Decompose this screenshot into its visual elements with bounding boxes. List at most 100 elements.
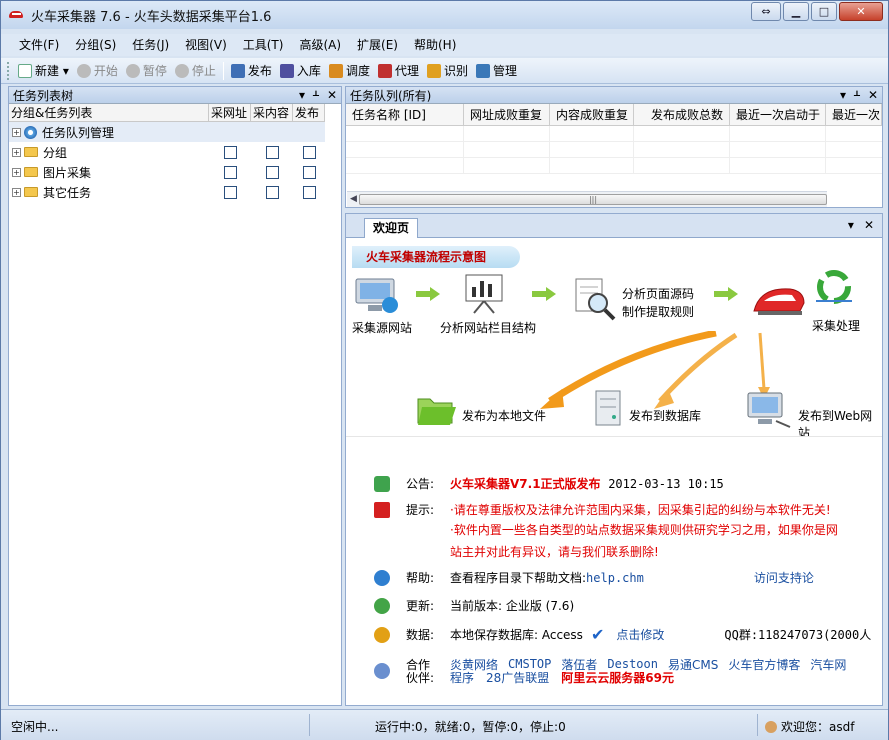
step-analyze: 分析网站栏目结构 — [440, 321, 537, 335]
checkbox-publish[interactable] — [302, 165, 316, 179]
tree-row-queue[interactable]: + 任务队列管理 — [9, 122, 325, 142]
col-last-start[interactable]: 最近一次启动于 — [730, 104, 826, 125]
tip-label: 提示: — [406, 503, 435, 517]
update-label: 更新: — [406, 599, 435, 613]
tree-row-other[interactable]: + 其它任务 — [9, 182, 325, 202]
schedule-icon — [328, 63, 343, 78]
menu-tools[interactable]: 工具(T) — [235, 35, 292, 55]
horizontal-scrollbar[interactable]: ◀ ||| — [347, 191, 827, 207]
pause-icon — [125, 63, 140, 78]
recognize-button[interactable]: 识别 — [423, 60, 472, 82]
checkbox-url[interactable] — [223, 165, 237, 179]
checkbox-publish[interactable] — [302, 145, 316, 159]
tip-line1: ·请在尊重版权及法律允许范围内采集，因采集引起的纠纷与本软件无关! — [450, 503, 831, 517]
step-source: 采集源网站 — [352, 321, 413, 335]
support-forum-link[interactable]: 访问支持论 — [754, 569, 814, 586]
checkbox-content[interactable] — [265, 185, 279, 199]
col-publish-stats[interactable]: 发布成败总数 — [634, 104, 730, 125]
scroll-left-icon[interactable]: ◀ — [350, 194, 357, 204]
dropdown-icon[interactable]: ▾ — [848, 218, 854, 232]
col-content-stats[interactable]: 内容成败重复 — [550, 104, 634, 125]
step-rule-line2: 制作提取规则 — [622, 305, 695, 319]
aliyun-link[interactable]: 阿里云云服务器69元 — [561, 669, 674, 686]
checkbox-url[interactable] — [223, 185, 237, 199]
partner-link[interactable]: 程序 — [450, 669, 474, 686]
help-file-link[interactable]: help.chm — [586, 571, 644, 585]
toolbar: 新建 ▾ 开始 暂停 停止 发布 入库 调度 代理 识别 管理 — [1, 58, 888, 84]
expand-icon[interactable]: + — [12, 127, 21, 137]
col-collect-content[interactable]: 采内容 — [251, 104, 293, 121]
col-publish[interactable]: 发布 — [293, 104, 325, 121]
publish-button[interactable]: 发布 — [227, 60, 276, 82]
tip-row: 提示: ·请在尊重版权及法律允许范围内采集，因采集引起的纠纷与本软件无关! — [346, 501, 831, 518]
menu-task[interactable]: 任务(J) — [124, 35, 177, 55]
dropdown-icon[interactable]: ▾ — [299, 87, 305, 104]
minimize-button[interactable]: ▁ — [783, 2, 809, 21]
close-icon[interactable]: ✕ — [864, 218, 874, 232]
menu-advanced[interactable]: 高级(A) — [291, 35, 349, 55]
pin-icon[interactable]: ᚆ — [854, 87, 860, 104]
folder-icon — [24, 167, 38, 177]
dropdown-icon[interactable]: ▾ — [840, 87, 846, 104]
menu-group[interactable]: 分组(S) — [67, 35, 124, 55]
task-tree-header: 任务列表树 ▾ ᚆ ✕ — [9, 87, 341, 104]
col-task-name[interactable]: 任务名称 [ID] — [346, 104, 464, 125]
col-task-list[interactable]: 分组&任务列表 — [9, 104, 209, 121]
scroll-thumb[interactable]: ||| — [359, 194, 827, 205]
schedule-button[interactable]: 调度 — [325, 60, 374, 82]
notice-label: 公告: — [406, 477, 435, 491]
expand-icon[interactable]: + — [12, 147, 21, 157]
partner-link[interactable]: 28广告联盟 — [486, 669, 549, 686]
tree-row-image[interactable]: + 图片采集 — [9, 162, 325, 182]
title-bar[interactable]: 火车采集器 7.6 - 火车头数据采集平台1.6 ⇔ ▁ □ ✕ — [1, 1, 888, 29]
manage-button[interactable]: 管理 — [472, 60, 521, 82]
tab-welcome[interactable]: 欢迎页 — [364, 218, 419, 238]
recognize-icon — [426, 63, 441, 78]
pin-icon[interactable]: ᚆ — [313, 87, 319, 104]
expand-icon[interactable]: + — [12, 187, 21, 197]
menu-bar: 文件(F) 分组(S) 任务(J) 视图(V) 工具(T) 高级(A) 扩展(E… — [1, 34, 888, 56]
window-title: 火车采集器 7.6 - 火车头数据采集平台1.6 — [31, 9, 272, 25]
pause-button[interactable]: 暂停 — [122, 60, 171, 82]
checkbox-content[interactable] — [265, 145, 279, 159]
new-button[interactable]: 新建 ▾ — [14, 60, 73, 82]
partner-link[interactable]: 汽车网 — [810, 656, 846, 673]
close-icon[interactable]: ✕ — [868, 87, 878, 104]
checkbox-publish[interactable] — [302, 185, 316, 199]
computer-icon — [355, 278, 398, 313]
update-row: 更新: 当前版本: 企业版 (7.6) — [346, 597, 574, 614]
partner-link[interactable]: 火车官方博客 — [728, 656, 800, 673]
partner-link[interactable]: 易通CMS — [668, 656, 718, 673]
edit-database-link[interactable]: 点击修改 — [616, 626, 664, 643]
schedule-label: 调度 — [345, 64, 370, 78]
restore-button[interactable]: ⇔ — [751, 2, 781, 21]
minimize-icon: ▁ — [791, 5, 801, 18]
col-last[interactable]: 最近一次 — [826, 104, 882, 125]
import-button[interactable]: 入库 — [276, 60, 325, 82]
maximize-button[interactable]: □ — [811, 2, 837, 21]
menu-help[interactable]: 帮助(H) — [406, 35, 464, 55]
col-collect-url[interactable]: 采网址 — [209, 104, 251, 121]
checkbox-content[interactable] — [265, 165, 279, 179]
folder-icon — [417, 398, 456, 425]
publish-icon — [230, 63, 245, 78]
close-icon[interactable]: ✕ — [327, 87, 337, 104]
status-bar: 空闲中... 运行中:0，就绪:0，暂停:0，停止:0 欢迎您：asdf — [1, 709, 888, 740]
checkbox-url[interactable] — [223, 145, 237, 159]
col-url-stats[interactable]: 网址成败重复 — [464, 104, 550, 125]
notice-link[interactable]: 火车采集器V7.1正式版发布 — [450, 475, 601, 492]
start-button[interactable]: 开始 — [73, 60, 122, 82]
close-button[interactable]: ✕ — [839, 2, 883, 21]
status-idle: 空闲中... — [11, 720, 59, 734]
tree-row-group[interactable]: + 分组 — [9, 142, 325, 162]
import-label: 入库 — [296, 64, 321, 78]
checkmark-icon: ✔ — [590, 625, 605, 644]
menu-view[interactable]: 视图(V) — [177, 35, 235, 55]
menu-file[interactable]: 文件(F) — [11, 35, 67, 55]
database-text: 本地保存数据库: Access — [450, 628, 583, 642]
stop-button[interactable]: 停止 — [171, 60, 220, 82]
expand-icon[interactable]: + — [12, 167, 21, 177]
toolbar-grip[interactable] — [7, 61, 10, 80]
menu-extend[interactable]: 扩展(E) — [349, 35, 406, 55]
proxy-button[interactable]: 代理 — [374, 60, 423, 82]
